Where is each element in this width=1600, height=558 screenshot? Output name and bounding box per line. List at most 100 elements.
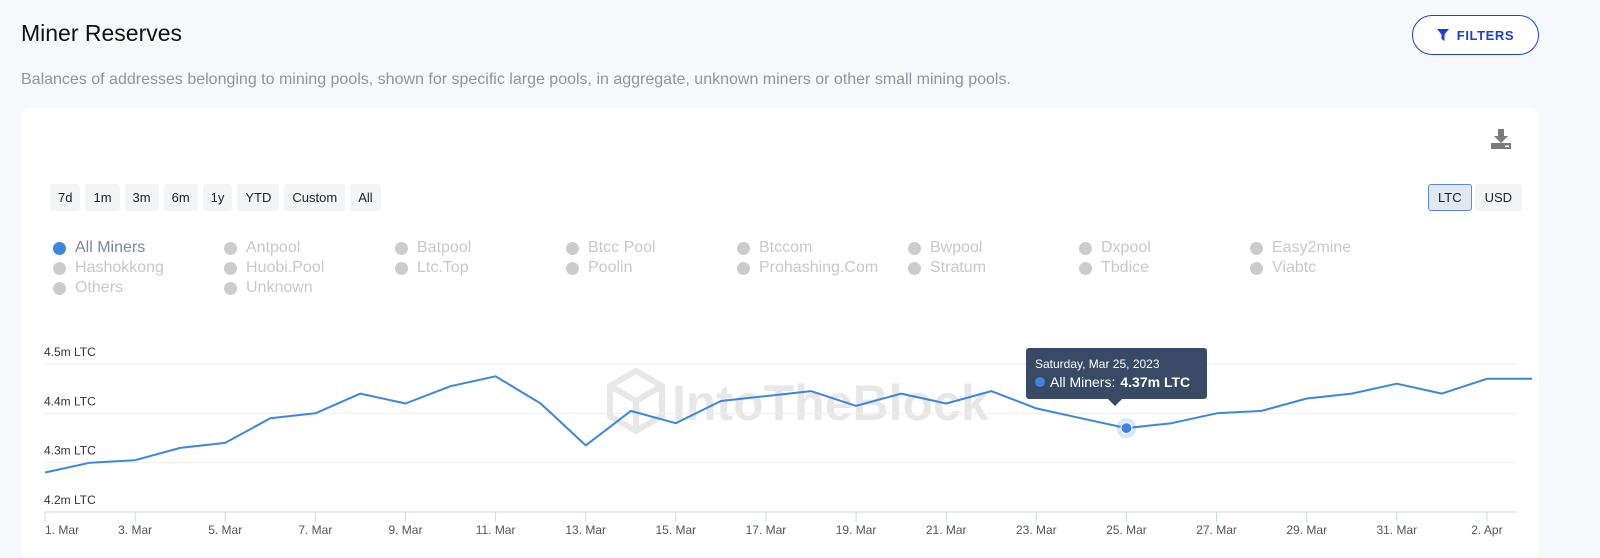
legend-dot-icon <box>908 241 921 255</box>
legend-item[interactable]: Poolin <box>566 258 737 278</box>
legend-label: Bwpool <box>930 239 983 256</box>
legend-label: Ltc.Top <box>417 259 469 276</box>
y-tick-label: 4.3m LTC <box>44 444 96 458</box>
legend-dot-icon <box>395 241 408 255</box>
x-tick-label: 27. Mar <box>1196 523 1237 537</box>
y-tick-label: 4.4m LTC <box>44 394 96 408</box>
x-tick-label: 13. Mar <box>565 523 606 537</box>
hover-point <box>1120 422 1133 435</box>
legend-item[interactable]: Dxpool <box>1079 238 1250 258</box>
legend-label: Btcc Pool <box>588 239 656 256</box>
time-range-selector: 7d 1m 3m 6m 1y YTD Custom All <box>50 184 381 211</box>
legend-dot-icon <box>224 241 237 255</box>
page-title: Miner Reserves <box>21 20 183 46</box>
x-tick-label: 1. Mar <box>45 523 79 537</box>
unit-selector: LTC USD <box>1428 184 1523 211</box>
legend-item[interactable]: Unknown <box>224 278 395 298</box>
legend-label: Stratum <box>930 259 987 276</box>
legend-dot-icon <box>1079 261 1092 275</box>
x-tick-label: 23. Mar <box>1016 523 1057 537</box>
x-tick-label: 15. Mar <box>655 523 696 537</box>
legend-dot-icon <box>1250 241 1263 255</box>
legend-item[interactable]: Btcc Pool <box>566 238 737 258</box>
legend-label: Unknown <box>246 279 313 296</box>
legend-dot-icon <box>395 261 408 275</box>
legend-item[interactable]: Batpool <box>395 238 566 258</box>
tooltip-date: Saturday, Mar 25, 2023 <box>1035 357 1160 371</box>
x-tick-label: 21. Mar <box>926 523 967 537</box>
legend-label: Huobi.Pool <box>246 259 325 276</box>
legend-item[interactable]: Hashokkong <box>53 258 224 278</box>
legend-dot-icon <box>53 241 66 255</box>
page-description: Balances of addresses belonging to minin… <box>21 71 1011 88</box>
x-tick-label: 19. Mar <box>836 523 877 537</box>
legend-item[interactable]: Btccom <box>737 238 908 258</box>
range-button-custom[interactable]: Custom <box>284 184 346 211</box>
legend-label: Hashokkong <box>75 259 164 276</box>
legend-label: Batpool <box>417 239 472 256</box>
legend-item[interactable]: Others <box>53 278 224 298</box>
tooltip-series: All Miners: <box>1050 374 1116 390</box>
legend-dot-icon <box>1250 261 1263 275</box>
legend-item[interactable]: Easy2mine <box>1250 238 1421 258</box>
y-tick-label: 4.5m LTC <box>44 345 96 359</box>
range-button-7d[interactable]: 7d <box>50 184 81 211</box>
legend-item[interactable]: Prohashing.Com <box>737 258 908 278</box>
legend-label: Tbdice <box>1101 259 1150 276</box>
legend-label: Others <box>75 279 124 296</box>
x-tick-label: 9. Mar <box>388 523 422 537</box>
range-button-all[interactable]: All <box>350 184 381 211</box>
legend-dot-icon <box>566 241 579 255</box>
legend-item[interactable]: Viabtc <box>1250 258 1421 278</box>
legend-item[interactable]: Stratum <box>908 258 1079 278</box>
legend-item[interactable]: Huobi.Pool <box>224 258 395 278</box>
legend-item[interactable]: Tbdice <box>1079 258 1250 278</box>
legend-dot-icon <box>224 261 237 275</box>
line-chart: IntoTheBlock4.2m LTC4.3m LTC4.4m LTC4.5m… <box>44 345 1532 537</box>
legend-label: Antpool <box>246 239 301 256</box>
legend-label: Dxpool <box>1101 239 1151 256</box>
legend-dot-icon <box>224 281 237 295</box>
x-tick-label: 17. Mar <box>746 523 787 537</box>
legend-label: Prohashing.Com <box>759 259 879 276</box>
x-tick-label: 2. Apr <box>1471 523 1502 537</box>
legend-label: Easy2mine <box>1272 239 1352 256</box>
x-tick-label: 29. Mar <box>1286 523 1327 537</box>
x-tick-label: 25. Mar <box>1106 523 1147 537</box>
x-tick-label: 3. Mar <box>118 523 152 537</box>
unit-button-ltc[interactable]: LTC <box>1428 184 1472 211</box>
range-button-6m[interactable]: 6m <box>163 184 198 211</box>
y-tick-label: 4.2m LTC <box>44 493 96 507</box>
legend-dot-icon <box>908 261 921 275</box>
tooltip-series-dot <box>1035 377 1045 387</box>
download-icon[interactable] <box>1490 128 1512 150</box>
x-tick-label: 7. Mar <box>298 523 332 537</box>
x-tick-label: 11. Mar <box>476 523 516 537</box>
legend-dot-icon <box>566 261 579 275</box>
legend-item[interactable]: All Miners <box>53 238 224 258</box>
legend-dot-icon <box>53 261 66 275</box>
legend-item[interactable]: Bwpool <box>908 238 1079 258</box>
legend-label: Viabtc <box>1272 259 1317 276</box>
legend-dot-icon <box>737 261 750 275</box>
range-button-1m[interactable]: 1m <box>85 184 120 211</box>
unit-button-usd[interactable]: USD <box>1474 184 1523 211</box>
legend-item[interactable]: Antpool <box>224 238 395 258</box>
range-button-ytd[interactable]: YTD <box>237 184 280 211</box>
filters-button[interactable]: FILTERS <box>1412 15 1539 55</box>
tooltip-value: 4.37m LTC <box>1120 374 1191 390</box>
legend-label: All Miners <box>75 239 146 256</box>
x-tick-label: 31. Mar <box>1376 523 1417 537</box>
legend-dot-icon <box>1079 241 1092 255</box>
range-button-3m[interactable]: 3m <box>124 184 159 211</box>
legend-dot-icon <box>53 281 66 295</box>
filters-label: FILTERS <box>1456 27 1515 43</box>
legend-item[interactable]: Ltc.Top <box>395 258 566 278</box>
legend-label: Btccom <box>759 239 813 256</box>
chart-legend: All Miners Antpool Batpool Btcc Pool Btccom B… <box>53 238 1533 298</box>
x-tick-label: 5. Mar <box>208 523 242 537</box>
chart-tooltip: Saturday, Mar 25, 2023 All Miners: 4.37m… <box>1026 348 1207 406</box>
filter-icon <box>1436 29 1449 41</box>
legend-dot-icon <box>737 241 750 255</box>
range-button-1y[interactable]: 1y <box>202 184 233 211</box>
